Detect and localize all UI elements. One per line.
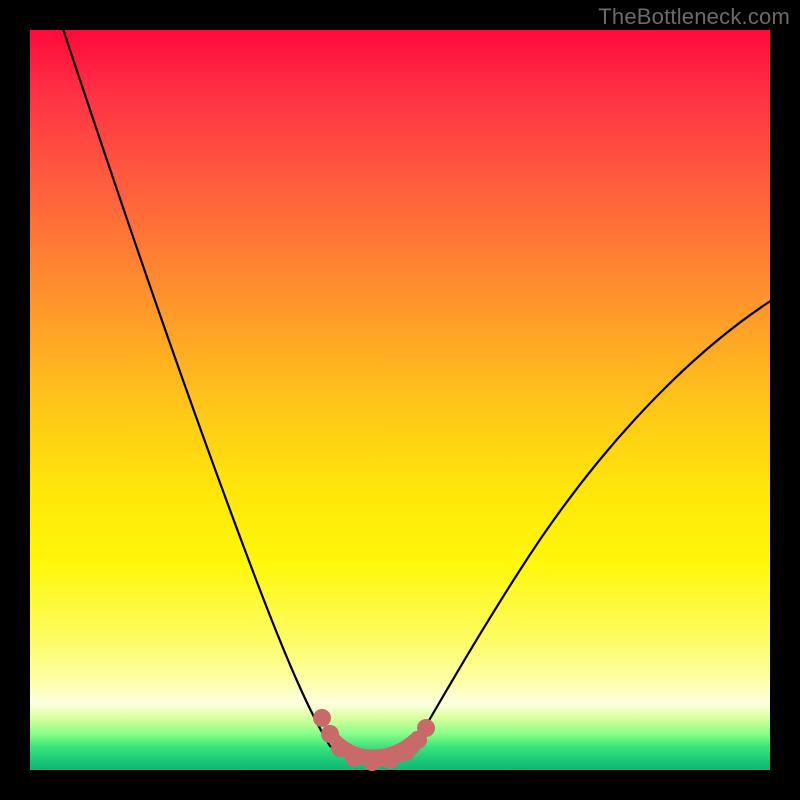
bottleneck-curve-right bbox=[414, 300, 772, 746]
watermark-text: TheBottleneck.com bbox=[598, 4, 790, 30]
bottleneck-curve-left bbox=[60, 20, 330, 746]
valley-dot bbox=[417, 719, 435, 737]
valley-dot bbox=[381, 751, 399, 769]
valley-dot bbox=[313, 709, 331, 727]
outer-frame: TheBottleneck.com bbox=[0, 0, 800, 800]
plot-area bbox=[30, 30, 770, 770]
curve-layer bbox=[30, 30, 770, 770]
valley-dot bbox=[363, 753, 381, 771]
valley-dot bbox=[345, 749, 363, 767]
